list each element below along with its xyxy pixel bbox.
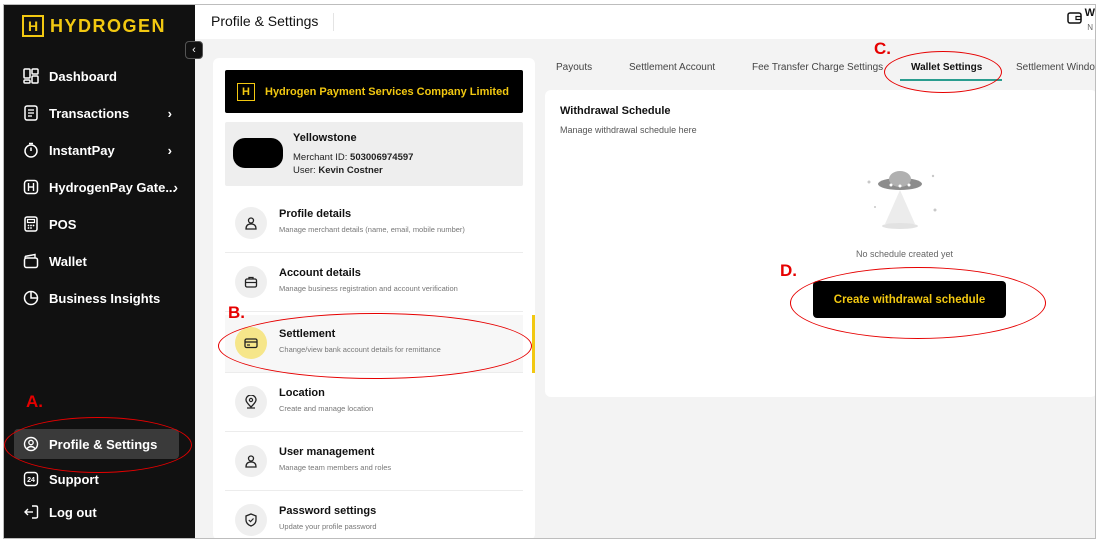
menu-item-title: Profile details [279,208,352,220]
chevron-right-icon: › [167,142,172,158]
user-icon [235,207,267,239]
menu-item-account-details[interactable]: Account details Manage business registra… [225,254,523,312]
sidebar-item-label: HydrogenPay Gate... [49,179,177,195]
menu-item-subtitle: Create and manage location [279,404,374,413]
logo-mark: H [22,15,44,37]
merchant-name: Yellowstone [293,132,357,144]
tab-fee-transfer-charge-settings[interactable]: Fee Transfer Charge Settings [752,62,883,73]
account-name[interactable]: W [1085,7,1095,19]
active-indicator [532,315,535,373]
annotation-label-d: D. [780,261,797,280]
menu-item-title: Location [279,387,325,399]
settings-tabs: Payouts Settlement Account Fee Transfer … [544,57,1095,83]
users-icon [235,445,267,477]
dashboard-icon [22,67,40,85]
shield-icon [235,504,267,536]
logout-icon [22,503,40,521]
company-card: H Hydrogen Payment Services Company Limi… [225,70,523,113]
merchant-user: User: Kevin Costner [293,165,383,176]
app-window: H HYDROGEN Dashboard Transactions › Inst… [3,4,1096,539]
menu-item-subtitle: Manage merchant details (name, email, mo… [279,225,465,234]
sidebar-item-label: Transactions [49,105,130,121]
annotation-label-b: B. [228,303,245,322]
annotation-label-c: C. [874,39,891,58]
tab-payouts[interactable]: Payouts [556,62,592,73]
sidebar-item-label: InstantPay [49,142,115,158]
section-subtitle: Manage withdrawal schedule here [560,125,697,135]
section-title: Withdrawal Schedule [560,105,671,117]
annotation-label-a: A. [26,392,43,411]
sidebar-item-dashboard[interactable]: Dashboard [22,67,182,85]
menu-item-title: Account details [279,267,361,279]
location-pin-icon [235,386,267,418]
tab-settlement-account[interactable]: Settlement Account [629,62,715,73]
topbar: Profile & Settings W N [195,5,1095,39]
sidebar-item-label: Log out [49,504,97,520]
wallet-icon[interactable] [1067,11,1083,30]
pos-icon [22,215,40,233]
merchant-id: Merchant ID: 503006974597 [293,152,414,163]
sidebar-item-business-insights[interactable]: Business Insights [22,289,182,307]
menu-item-user-management[interactable]: User management Manage team members and … [225,433,523,491]
sidebar-item-label: POS [49,216,77,232]
sidebar-item-pos[interactable]: POS [22,215,182,233]
merchant-card: Yellowstone Merchant ID: 503006974597 Us… [225,122,523,186]
sidebar-item-label: Business Insights [49,290,161,306]
stopwatch-icon [22,141,40,159]
empty-state-text: No schedule created yet [856,249,954,259]
support-24-icon: 24 [22,470,40,488]
sidebar-item-instantpay[interactable]: InstantPay › [22,141,182,159]
svg-text:24: 24 [27,477,35,484]
sidebar-item-label: Dashboard [49,68,117,84]
company-name: Hydrogen Payment Services Company Limite… [265,85,509,98]
tab-settlement-window[interactable]: Settlement Window [1016,62,1095,73]
annotation-ellipse-a [4,417,192,473]
annotation-ellipse-d [790,267,1046,339]
menu-item-title: Password settings [279,505,377,517]
wallet-icon [22,252,40,270]
company-logo: H [237,82,255,101]
menu-item-title: User management [279,446,375,458]
wallet-settings-panel: Withdrawal Schedule Manage withdrawal sc… [545,90,1095,397]
sidebar-item-logout[interactable]: Log out [22,503,182,521]
sidebar-collapse-button[interactable]: ‹ [185,41,203,59]
brand-logo[interactable]: H HYDROGEN [22,15,166,37]
sidebar-item-transactions[interactable]: Transactions › [22,104,182,122]
gateway-icon [22,178,40,196]
briefcase-icon [235,266,267,298]
chevron-right-icon: › [173,179,178,195]
settings-panel: H Hydrogen Payment Services Company Limi… [213,58,535,538]
annotation-ellipse-b [218,313,532,379]
menu-item-location[interactable]: Location Create and manage location [225,374,523,432]
menu-item-password-settings[interactable]: Password settings Update your profile pa… [225,492,523,538]
page-title: Profile & Settings [211,13,319,29]
sidebar-item-wallet[interactable]: Wallet [22,252,182,270]
menu-item-subtitle: Manage business registration and account… [279,284,458,293]
chevron-left-icon: ‹ [192,44,196,56]
sidebar-item-label: Wallet [49,253,87,269]
sidebar-item-hydrogenpay-gateway[interactable]: HydrogenPay Gate... › [22,178,182,196]
divider [333,13,334,31]
ufo-illustration-icon [845,162,955,232]
menu-item-profile-details[interactable]: Profile details Manage merchant details … [225,195,523,253]
menu-item-subtitle: Update your profile password [279,522,377,531]
chevron-right-icon: › [167,105,172,121]
sidebar-item-label: Support [49,471,99,487]
avatar [233,138,283,168]
receipt-icon [22,104,40,122]
annotation-ellipse-c [884,51,1002,93]
logo-text: HYDROGEN [50,15,167,36]
account-subtext: N [1087,23,1093,32]
pie-chart-icon [22,289,40,307]
menu-item-subtitle: Manage team members and roles [279,463,392,472]
